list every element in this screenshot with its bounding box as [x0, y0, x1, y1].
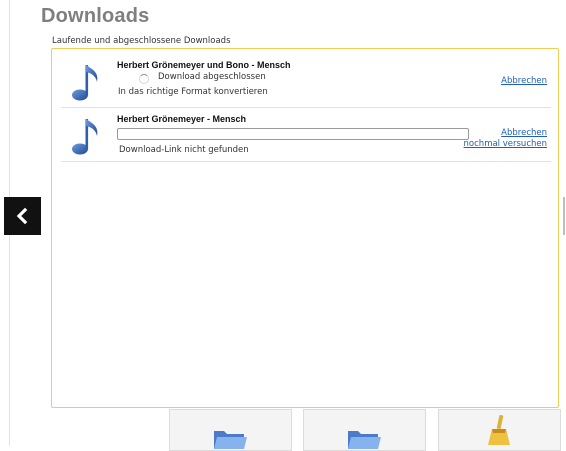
cancel-link[interactable]: Abbrechen [501, 128, 547, 138]
page-subtitle: Laufende und abgeschlossene Downloads [52, 36, 231, 46]
download-status: Download abgeschlossen [158, 72, 266, 82]
scrollbar-thumb[interactable] [563, 197, 565, 235]
downloads-panel: Herbert Grönemeyer und Bono - Mensch Dow… [51, 48, 559, 408]
music-note-icon [72, 65, 98, 101]
download-title: Herbert Grönemeyer - Mensch [117, 114, 247, 124]
download-detail: In das richtige Format konvertieren [118, 87, 268, 97]
chevron-left-icon [16, 207, 28, 225]
download-detail: Download-Link nicht gefunden [119, 145, 249, 155]
page-title: Downloads [41, 5, 150, 27]
loading-spinner-icon [139, 74, 149, 84]
broom-icon [488, 415, 510, 445]
cancel-link[interactable]: Abbrechen [501, 76, 547, 86]
download-progress-bar [117, 128, 469, 140]
folder-icon [348, 431, 381, 449]
download-item: Herbert Grönemeyer - Mensch Download-Lin… [61, 111, 551, 162]
clean-up-button[interactable] [438, 409, 561, 451]
download-item: Herbert Grönemeyer und Bono - Mensch Dow… [61, 57, 551, 108]
music-note-icon [72, 119, 98, 155]
folder-icon [214, 431, 247, 449]
open-folder-button[interactable] [303, 409, 426, 451]
retry-link[interactable]: nochmal versuchen [464, 139, 547, 149]
download-title: Herbert Grönemeyer und Bono - Mensch [117, 60, 291, 70]
back-button[interactable] [4, 197, 41, 235]
open-folder-button[interactable] [169, 409, 292, 451]
